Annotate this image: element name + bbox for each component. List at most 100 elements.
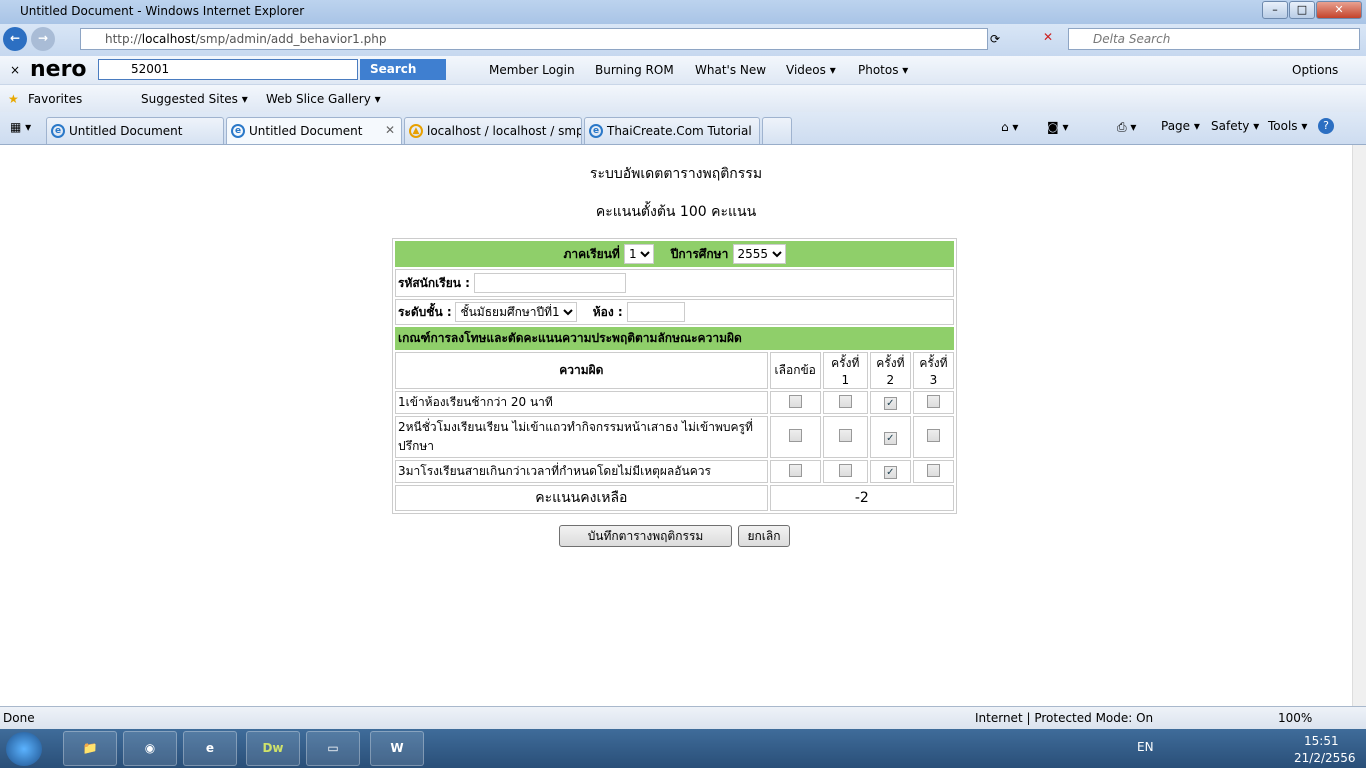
taskbar-word[interactable]: W — [370, 731, 424, 766]
web-slice-gallery-link[interactable]: Web Slice Gallery ▾ — [266, 92, 381, 106]
taskbar-chrome[interactable]: ◉ — [123, 731, 177, 766]
taskbar: 📁 ◉ e Dw ▭ W EN 15:51 21/2/2556 — [0, 729, 1366, 768]
behavior-form-table: ภาคเรียนที่ 1 ปีการศึกษา 2555 รหัสนักเรี… — [392, 238, 957, 514]
col-offense: ความผิด — [395, 352, 768, 389]
checkbox[interactable] — [926, 463, 940, 477]
safety-menu[interactable]: Safety ▾ — [1211, 119, 1259, 133]
help-icon[interactable]: ? — [1318, 118, 1334, 134]
checkbox-cell — [822, 416, 868, 458]
cancel-button[interactable]: ยกเลิก — [738, 525, 790, 547]
search-input[interactable]: Delta Search — [1068, 28, 1360, 50]
offense-text: 1เข้าห้องเรียนช้ากว่า 20 นาที — [395, 391, 768, 414]
tools-menu[interactable]: Tools ▾ — [1268, 119, 1307, 133]
checkbox[interactable] — [838, 394, 852, 408]
offense-row: 2หนีชั่วโมงเรียนเรียน ไม่เข้าแถวทำกิจกรร… — [395, 416, 954, 458]
start-button[interactable] — [6, 732, 42, 766]
address-bar[interactable]: http://localhost/smp/admin/add_behavior1… — [80, 28, 988, 50]
back-button[interactable]: ← — [3, 27, 27, 51]
checkbox-cell: ✓ — [869, 460, 911, 483]
tab-phpmyadmin[interactable]: ▲ localhost / localhost / smp... — [404, 117, 582, 144]
checkbox[interactable]: ✓ — [883, 397, 897, 410]
checkbox[interactable] — [788, 463, 802, 477]
favorites-button[interactable]: Favorites — [28, 92, 82, 106]
zoom-level[interactable]: 100% — [1278, 711, 1312, 725]
new-tab-button[interactable] — [762, 117, 792, 144]
vertical-scrollbar[interactable] — [1352, 145, 1366, 706]
checkbox[interactable] — [788, 429, 802, 442]
security-zone: Internet | Protected Mode: On — [975, 711, 1154, 725]
suggested-sites-link[interactable]: Suggested Sites ▾ — [141, 92, 248, 106]
checkbox-cell — [769, 391, 821, 414]
checkbox-cell — [822, 391, 868, 414]
home-icon[interactable]: ⌂ ▾ — [1001, 120, 1018, 134]
tab-thaicreate[interactable]: e ThaiCreate.Com Tutorial — [584, 117, 760, 144]
student-id-label: รหัสนักเรียน : — [398, 276, 470, 290]
taskbar-ie[interactable]: e — [183, 731, 237, 766]
taskbar-explorer[interactable]: 📁 — [63, 731, 117, 766]
save-button[interactable]: บันทึกตารางพฤติกรรม — [559, 525, 732, 547]
photos-menu[interactable]: Photos ▾ — [858, 63, 908, 77]
checkbox[interactable]: ✓ — [883, 431, 897, 445]
ie-icon: e — [231, 124, 245, 138]
close-tab-icon[interactable]: ✕ — [385, 123, 395, 137]
refresh-icon[interactable]: ⟳ — [990, 32, 1000, 46]
checkbox[interactable] — [838, 429, 852, 442]
term-label: ภาคเรียนที่ — [563, 247, 620, 261]
page-menu[interactable]: Page ▾ — [1161, 119, 1200, 133]
favorites-bar: ★ Favorites Suggested Sites ▾ Web Slice … — [0, 84, 1366, 112]
tab-untitled-1[interactable]: e Untitled Document — [46, 117, 224, 144]
clock-time[interactable]: 15:51 — [1304, 734, 1339, 748]
print-icon[interactable]: ⎙ ▾ — [1117, 120, 1136, 135]
checkbox[interactable] — [838, 463, 852, 477]
room-input[interactable] — [626, 302, 685, 322]
remaining-value: -2 — [769, 485, 954, 511]
stop-icon[interactable]: ✕ — [1043, 30, 1053, 44]
whats-new-link[interactable]: What's New — [695, 63, 766, 77]
tab-bar: ▦ ▾ e Untitled Document e Untitled Documen… — [0, 112, 1366, 145]
close-toolbar-icon[interactable]: × — [10, 63, 20, 77]
status-text: Done — [3, 711, 35, 725]
year-label: ปีการศึกษา — [670, 247, 729, 261]
star-icon: ★ — [8, 92, 19, 106]
member-login-link[interactable]: Member Login — [489, 63, 575, 77]
nero-search-input[interactable]: 52001 — [98, 59, 358, 80]
checkbox-cell — [912, 460, 954, 483]
taskbar-dreamweaver[interactable]: Dw — [246, 731, 300, 766]
close-window-button[interactable]: ✕ — [1316, 1, 1362, 19]
nero-search-button[interactable]: Search — [360, 59, 446, 80]
checkbox[interactable] — [788, 394, 802, 408]
tab-untitled-2[interactable]: e Untitled Document ✕ — [226, 117, 402, 144]
clock-date[interactable]: 21/2/2556 — [1294, 751, 1356, 765]
quick-tabs-icon[interactable]: ▦ ▾ — [10, 120, 31, 134]
window-title: Untitled Document - Windows Internet Exp… — [20, 4, 305, 18]
burning-rom-link[interactable]: Burning ROM — [595, 63, 674, 77]
page-subtitle: คะแนนตั้งต้น 100 คะแนน — [595, 204, 757, 220]
checkbox[interactable] — [926, 429, 940, 442]
minimize-button[interactable]: – — [1262, 1, 1288, 19]
checkbox-cell — [912, 416, 954, 458]
nero-toolbar: × nero 52001 Search Member Login Burning… — [0, 56, 1366, 84]
taskbar-notepad[interactable]: ▭ — [306, 731, 360, 766]
navigation-bar: ← → http://localhost/smp/admin/add_behav… — [0, 24, 1366, 56]
options-menu[interactable]: Options — [1292, 63, 1338, 77]
checkbox-cell — [822, 460, 868, 483]
col-time-2: ครั้งที่ 2 — [869, 352, 911, 389]
checkbox[interactable] — [926, 394, 940, 408]
feeds-icon[interactable]: ◙ ▾ — [1047, 120, 1068, 134]
level-select[interactable]: ชั้นมัธยมศึกษาปีที่1 — [455, 302, 578, 322]
title-bar: Untitled Document - Windows Internet Exp… — [0, 0, 1366, 24]
room-label: ห้อง : — [592, 305, 623, 319]
forward-button[interactable]: → — [31, 27, 55, 51]
level-label: ระดับชั้น : — [398, 305, 452, 319]
videos-menu[interactable]: Videos ▾ — [786, 63, 836, 77]
checkbox-cell: ✓ — [869, 416, 911, 458]
page-content: ระบบอัพเดตตารางพฤติกรรม คะแนนตั้งต้น 100… — [0, 145, 1352, 706]
checkbox[interactable]: ✓ — [883, 466, 897, 479]
language-indicator[interactable]: EN — [1137, 740, 1154, 754]
year-select[interactable]: 2555 — [732, 244, 786, 264]
student-id-input[interactable] — [473, 273, 626, 293]
maximize-button[interactable]: □ — [1289, 1, 1315, 19]
term-select[interactable]: 1 — [624, 244, 655, 264]
pma-icon: ▲ — [409, 124, 423, 138]
offense-text: 3มาโรงเรียนสายเกินกว่าเวลาที่กำหนดโดยไม่… — [395, 460, 768, 483]
